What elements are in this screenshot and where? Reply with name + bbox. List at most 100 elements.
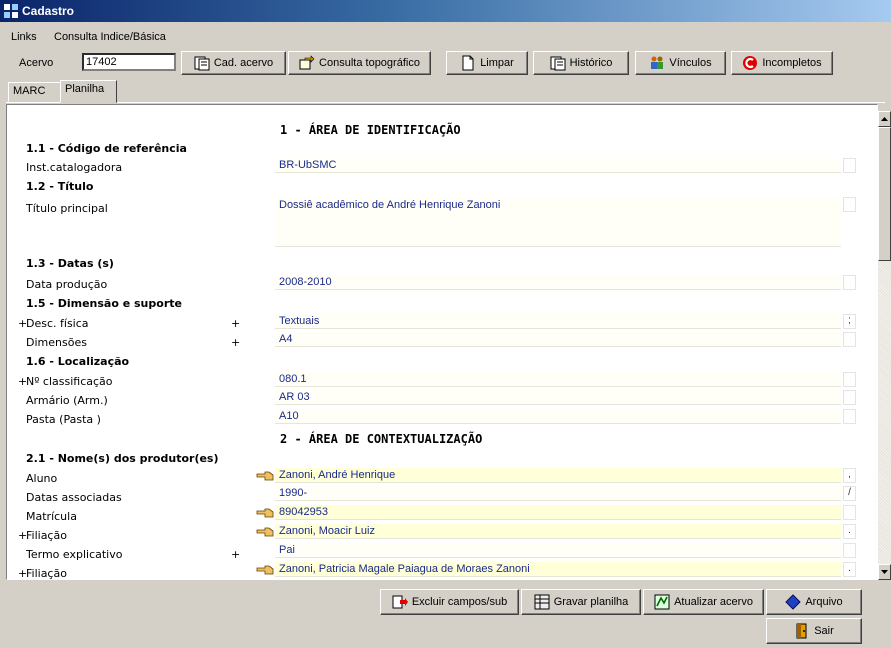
termo-explicativo-label: Termo explicativo — [26, 548, 123, 561]
diamond-icon — [785, 594, 802, 610]
pointing-hand-icon[interactable] — [256, 525, 274, 539]
window-title: Cadastro — [22, 4, 75, 18]
excluir-campos-label: Excluir campos/sub — [411, 596, 508, 608]
atualizar-acervo-label: Atualizar acervo — [674, 596, 753, 608]
document-icon — [194, 56, 210, 71]
arquivo-label: Arquivo — [805, 596, 843, 608]
scroll-track[interactable] — [878, 261, 891, 564]
section-2-1: 2.1 - Nome(s) dos produtor(es) — [26, 452, 219, 465]
titulo-principal-label: Título principal — [26, 202, 108, 215]
acervo-label: Acervo — [19, 57, 54, 69]
excluir-campos-button[interactable]: Excluir campos/sub — [380, 589, 519, 615]
exit-door-icon — [796, 623, 807, 639]
termo-explicativo-field[interactable]: Pai — [275, 543, 841, 558]
gravar-planilha-label: Gravar planilha — [553, 596, 629, 608]
cad-acervo-label: Cad. acervo — [213, 57, 274, 69]
cad-acervo-button[interactable]: Cad. acervo — [181, 51, 286, 75]
vinculos-label: Vínculos — [669, 57, 712, 69]
consulta-topografico-label: Consulta topográfico — [319, 57, 420, 69]
matricula-side-box[interactable] — [843, 505, 856, 520]
section-1-5: 1.5 - Dimensão e suporte — [26, 297, 182, 310]
update-icon — [654, 594, 670, 610]
inst-side-box[interactable] — [843, 158, 856, 173]
arrow-up-icon — [881, 117, 888, 121]
tab-planilha[interactable]: Planilha — [60, 80, 117, 103]
scroll-thumb[interactable] — [878, 127, 891, 261]
pointing-hand-icon[interactable] — [256, 563, 274, 577]
datas-side-box[interactable]: / — [843, 486, 856, 501]
datas-associadas-field[interactable]: 1990- — [275, 486, 841, 501]
incompletos-button[interactable]: Incompletos — [731, 51, 833, 75]
inst-catalogadora-field[interactable]: BR-UbSMC — [275, 158, 841, 173]
desc-fisica-field[interactable]: Textuais — [275, 314, 841, 329]
matricula-label: Matrícula — [26, 510, 77, 523]
vertical-scrollbar[interactable] — [878, 111, 891, 580]
pasta-field[interactable]: A10 — [275, 409, 841, 424]
sair-label: Sair — [814, 625, 834, 637]
armario-label: Armário (Arm.) — [26, 394, 108, 407]
historico-button[interactable]: Histórico — [533, 51, 629, 75]
filiacao-field[interactable]: Zanoni, Moacir Luiz — [275, 524, 841, 539]
atualizar-acervo-button[interactable]: Atualizar acervo — [643, 589, 764, 615]
titulo-principal-field[interactable]: Dossiê acadêmico de André Henrique Zanon… — [275, 197, 841, 247]
data-producao-field[interactable]: 2008-2010 — [275, 275, 841, 290]
dimensoes-label: Dimensões — [26, 336, 87, 349]
termo-side-box[interactable] — [843, 543, 856, 558]
limpar-button[interactable]: Limpar — [446, 51, 528, 75]
classificacao-label: Nº classificação — [26, 375, 113, 388]
arquivo-button[interactable]: Arquivo — [766, 589, 862, 615]
aluno-label: Aluno — [26, 472, 58, 485]
scroll-down-button[interactable] — [878, 564, 891, 580]
pasta-side-box[interactable] — [843, 409, 856, 424]
acervo-input[interactable] — [82, 53, 176, 71]
pointing-hand-icon[interactable] — [256, 469, 274, 483]
armario-field[interactable]: AR 03 — [275, 390, 841, 405]
aluno-field[interactable]: Zanoni, André Henrique — [275, 468, 841, 483]
vinculos-button[interactable]: Vínculos — [635, 51, 726, 75]
menu-consulta[interactable]: Consulta Indice/Básica — [54, 31, 166, 43]
termo-add[interactable]: + — [231, 548, 240, 561]
area-1-title: 1 - ÁREA DE IDENTIFICAÇÃO — [280, 123, 461, 137]
filiacao2-label: Filiação — [26, 567, 67, 579]
datas-associadas-label: Datas associadas — [26, 491, 122, 504]
desc-side-box[interactable]: ; — [843, 314, 856, 329]
inst-catalogadora-label: Inst.catalogadora — [26, 161, 123, 174]
consulta-topografico-button[interactable]: Consulta topográfico — [288, 51, 431, 75]
app-icon — [4, 4, 18, 18]
matricula-field[interactable]: 89042953 — [275, 505, 841, 520]
filiacao-side-box[interactable]: . — [843, 524, 856, 539]
save-sheet-icon — [534, 594, 550, 610]
tab-marc[interactable]: MARC — [8, 82, 62, 102]
tab-strip-line — [6, 102, 885, 103]
classif-side-box[interactable] — [843, 372, 856, 387]
dim-side-box[interactable] — [843, 332, 856, 347]
filiacao-label: Filiação — [26, 529, 67, 542]
limpar-label: Limpar — [480, 57, 514, 69]
arrow-doc-icon — [299, 55, 315, 70]
filiacao2-field[interactable]: Zanoni, Patricia Magale Paiagua de Morae… — [275, 562, 841, 577]
menu-links[interactable]: Links — [11, 31, 37, 43]
scroll-up-button[interactable] — [878, 111, 891, 127]
dimensoes-add[interactable]: + — [231, 336, 240, 349]
aluno-side-box[interactable]: , — [843, 468, 856, 483]
sair-button[interactable]: Sair — [766, 618, 862, 644]
people-icon — [651, 56, 664, 69]
incompletos-label: Incompletos — [762, 57, 822, 69]
data-producao-label: Data produção — [26, 278, 108, 291]
incomplete-icon — [743, 56, 758, 70]
section-1-3: 1.3 - Datas (s) — [26, 257, 114, 270]
delete-doc-icon — [392, 595, 408, 609]
titulo-side-box[interactable] — [843, 197, 856, 212]
document-icon — [550, 56, 566, 71]
pointing-hand-icon[interactable] — [256, 506, 274, 520]
desc-fisica-add[interactable]: + — [231, 317, 240, 330]
classificacao-field[interactable]: 080.1 — [275, 372, 841, 387]
data-side-box[interactable] — [843, 275, 856, 290]
dimensoes-field[interactable]: A4 — [275, 332, 841, 347]
filiacao2-side-box[interactable]: . — [843, 562, 856, 577]
historico-label: Histórico — [569, 57, 613, 69]
armario-side-box[interactable] — [843, 390, 856, 405]
area-2-title: 2 - ÁREA DE CONTEXTUALIZAÇÃO — [280, 432, 483, 446]
gravar-planilha-button[interactable]: Gravar planilha — [521, 589, 641, 615]
pasta-label: Pasta (Pasta ) — [26, 413, 101, 426]
